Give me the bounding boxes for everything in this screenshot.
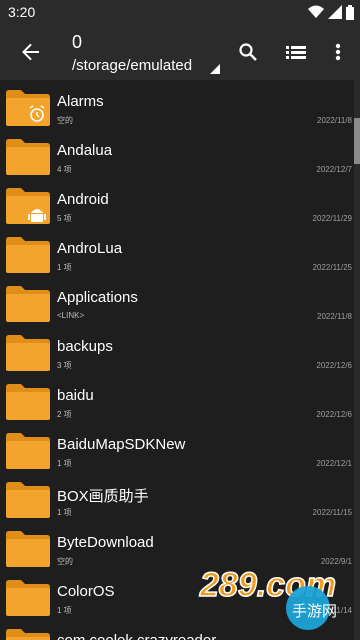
file-name: ByteDownload: [57, 534, 154, 551]
file-row[interactable]: baidu 2 项 2022/12/6: [0, 374, 360, 423]
file-list: Alarms 空的 2022/11/8 Andalua 4 项 2022/12/7 Andr…: [0, 80, 360, 640]
file-date: 2022/11/8: [317, 312, 352, 321]
file-meta: 1 项: [57, 606, 72, 615]
current-path[interactable]: /storage/emulated: [72, 57, 192, 74]
file-meta: 空的: [57, 116, 73, 125]
arrow-back-icon: [22, 43, 39, 61]
file-date: 2022/11/15: [312, 508, 352, 517]
file-name: Andalua: [57, 142, 113, 159]
file-meta: 空的: [57, 557, 73, 566]
back-button[interactable]: [10, 32, 50, 72]
file-meta: 4 项: [57, 165, 72, 174]
watermark-sub: 手游网: [292, 602, 337, 620]
search-button[interactable]: [228, 32, 268, 72]
file-row[interactable]: Android 5 项 2022/11/29: [0, 178, 360, 227]
file-date: 2022/11/29: [312, 214, 352, 223]
scrollbar-thumb[interactable]: [354, 118, 360, 164]
file-name: baidu: [57, 387, 94, 404]
file-name: BaiduMapSDKNew: [57, 436, 186, 453]
list-view-icon: [286, 46, 306, 59]
file-row[interactable]: BaiduMapSDKNew 1 项 2022/12/1: [0, 423, 360, 472]
file-name: AndroLua: [57, 240, 123, 257]
file-name: backups: [57, 338, 113, 355]
file-meta: 1 项: [57, 508, 72, 517]
folder-icon: [6, 335, 50, 371]
file-row[interactable]: Alarms 空的 2022/11/8: [0, 80, 360, 129]
folder-icon: [6, 580, 50, 616]
file-meta: 2 项: [57, 410, 72, 419]
file-date: 2022/12/6: [316, 361, 352, 370]
folder-icon: [6, 237, 50, 273]
folder-icon: [6, 139, 50, 175]
signal-icon: [328, 5, 342, 19]
search-icon: [239, 43, 257, 61]
file-name: Android: [57, 191, 109, 208]
file-name: BOX画质助手: [57, 488, 149, 505]
folder-icon: [6, 482, 50, 518]
selection-count: 0: [72, 32, 83, 52]
folder-icon: [6, 531, 50, 567]
scrollbar-track[interactable]: [354, 80, 360, 640]
file-date: 2022/12/1: [316, 459, 352, 468]
folder-icon: [6, 286, 50, 322]
folder-icon: [6, 629, 50, 640]
file-row[interactable]: Andalua 4 项 2022/12/7: [0, 129, 360, 178]
file-date: 2022/11/8: [317, 116, 352, 125]
status-time: 3:20: [8, 4, 36, 20]
file-meta: 1 项: [57, 263, 72, 272]
folder-icon: [6, 90, 50, 126]
list-view-button[interactable]: [276, 32, 316, 72]
path-dropdown-icon[interactable]: [210, 64, 220, 74]
file-name: Applications: [57, 289, 138, 306]
more-vert-icon: [335, 43, 341, 61]
file-meta: 1 项: [57, 459, 72, 468]
file-meta: 5 项: [57, 214, 72, 223]
file-name: com.coolek.crazyreader: [57, 632, 216, 640]
watermark-logo: 289.com 手游网: [198, 565, 337, 630]
file-meta: 3 项: [57, 361, 72, 370]
file-row[interactable]: BOX画质助手 1 项 2022/11/15: [0, 472, 360, 521]
file-row[interactable]: AndroLua 1 项 2022/11/25: [0, 227, 360, 276]
folder-icon: [6, 188, 50, 224]
file-name: Alarms: [57, 93, 104, 110]
file-date: 2022/12/7: [316, 165, 352, 174]
status-bar: 3:20: [0, 0, 360, 24]
file-date: 2022/12/6: [316, 410, 352, 419]
file-date: 2022/11/25: [312, 263, 352, 272]
more-options-button[interactable]: [318, 32, 358, 72]
file-row[interactable]: Applications <LINK> 2022/11/8: [0, 276, 360, 325]
status-icons: [308, 4, 354, 20]
file-name: ColorOS: [57, 583, 115, 600]
file-meta: <LINK>: [57, 311, 85, 320]
app-bar: 0 /storage/emulated: [0, 24, 360, 80]
folder-icon: [6, 433, 50, 469]
file-row[interactable]: backups 3 项 2022/12/6: [0, 325, 360, 374]
wifi-icon: [308, 5, 324, 18]
battery-icon: [346, 4, 354, 20]
folder-icon: [6, 384, 50, 420]
